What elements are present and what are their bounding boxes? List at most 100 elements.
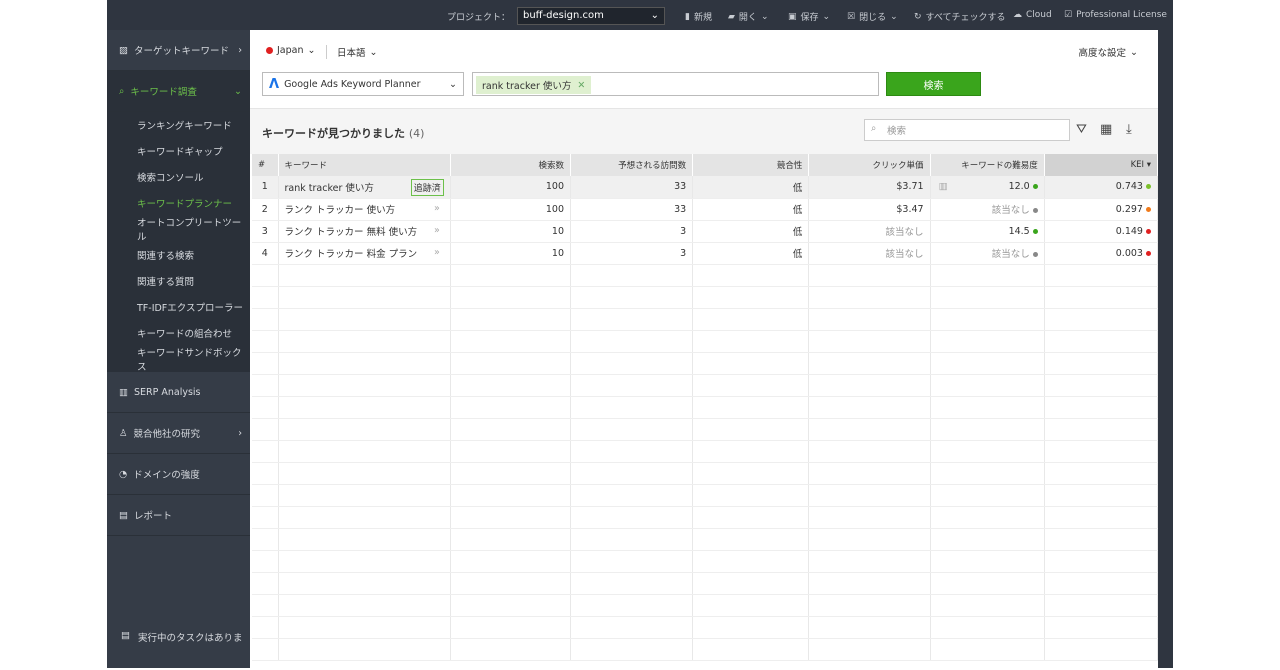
results-title: キーワードが見つかりました (4): [262, 125, 424, 141]
table-row[interactable]: 2 ランク トラッカー 使い方 » 100 33 低 $3.47 該当なし 0.2…: [252, 198, 1159, 221]
column-header[interactable]: クリック単価: [808, 154, 931, 176]
cpc-cell: 該当なし: [808, 220, 931, 243]
double-chevron-icon[interactable]: »: [434, 225, 440, 236]
source-select[interactable]: Λ Google Ads Keyword Planner ⌄: [262, 72, 464, 96]
empty-row: [252, 638, 1159, 661]
label: 競合他社の研究: [133, 429, 201, 440]
sidebar-item-competitors[interactable]: ♙ 競合他社の研究 ›: [107, 413, 250, 454]
save-icon: ▣: [788, 11, 797, 22]
volume-cell: 100: [450, 198, 572, 221]
keyword-chip: rank tracker 使い方 ✕: [476, 76, 592, 94]
empty-row: [252, 264, 1159, 287]
country-select[interactable]: Japan ⌄: [266, 45, 315, 56]
column-header[interactable]: 予想される訪問数: [570, 154, 694, 176]
difficulty-cell: ▥ 12.0: [930, 176, 1045, 199]
empty-row: [252, 462, 1159, 485]
table-search-input[interactable]: ⌕ 検索: [864, 119, 1070, 141]
empty-row: [252, 594, 1159, 617]
status-dot: [1146, 250, 1151, 256]
sidebar-sub-related-questions[interactable]: 関連する質問: [107, 268, 250, 294]
sidebar-sub-ranking[interactable]: ランキングキーワード: [107, 112, 250, 138]
new-button[interactable]: ▮ 新規: [685, 10, 712, 24]
advanced-settings[interactable]: 高度な設定 ⌄: [1079, 45, 1138, 60]
difficulty-cell: 該当なし: [930, 242, 1045, 265]
bar-chart-icon[interactable]: ▥: [939, 181, 948, 192]
difficulty-cell: 14.5: [930, 220, 1045, 243]
sidebar-item-target-keywords[interactable]: ▨ ターゲットキーワード ›: [107, 30, 250, 71]
language-select[interactable]: 日本語 ⌄: [326, 45, 377, 59]
sidebar-sub-planner[interactable]: キーワードプランナー: [107, 190, 250, 216]
found-count: (4): [408, 127, 425, 140]
empty-row: [252, 572, 1159, 595]
column-header[interactable]: 検索数: [450, 154, 572, 176]
empty-row: [252, 484, 1159, 507]
save-label: 保存: [800, 13, 819, 23]
sidebar-sub-related-searches[interactable]: 関連する検索: [107, 242, 250, 268]
empty-row: [252, 418, 1159, 441]
project-select[interactable]: buff-design.com ⌄: [517, 7, 665, 25]
sidebar-sub-console[interactable]: 検索コンソール: [107, 164, 250, 190]
sidebar-sub-combinations[interactable]: キーワードの組合わせ: [107, 320, 250, 346]
app-window: プロジェクト： buff-design.com ⌄ ▮ 新規 ▰ 開く ⌄ ▣ 保存 ⌄…: [107, 0, 1173, 668]
column-header[interactable]: 競合性: [692, 154, 810, 176]
person-icon: ♙: [119, 427, 128, 439]
right-edge: [1158, 30, 1173, 668]
cloud-label: Cloud: [1026, 10, 1052, 20]
column-header[interactable]: キーワードの難易度: [930, 154, 1045, 176]
kei-value: 0.297: [1115, 203, 1143, 215]
license-button[interactable]: ☑ Professional License: [1064, 10, 1167, 20]
kei-cell: 0.149: [1044, 220, 1159, 243]
sidebar-sub-gap[interactable]: キーワードギャップ: [107, 138, 250, 164]
sidebar-sub-sandbox[interactable]: キーワードサンドボックス: [107, 346, 250, 373]
filter-icon[interactable]: ⛛: [1076, 122, 1087, 137]
sidebar-item-keyword-research[interactable]: ⌕ キーワード調査 ⌄: [107, 71, 250, 112]
competition-cell: 低: [692, 220, 810, 243]
sidebar-item-report[interactable]: ▤ レポート: [107, 495, 250, 536]
save-button[interactable]: ▣ 保存 ⌄: [788, 10, 830, 24]
column-header[interactable]: キーワード: [278, 154, 451, 176]
sidebar-sub-autocomplete[interactable]: オートコンプリートツール: [107, 216, 250, 243]
grid-icon[interactable]: ▦: [1100, 122, 1112, 137]
sidebar-sub-tfidf[interactable]: TF-IDFエクスプローラー: [107, 294, 250, 320]
keyword-input[interactable]: rank tracker 使い方 ✕: [472, 72, 879, 96]
check-all-button[interactable]: ↻ すべてチェックする: [914, 10, 1006, 24]
kei-value: 0.149: [1115, 225, 1143, 237]
language-value: 日本語: [337, 48, 366, 59]
remove-icon[interactable]: ✕: [577, 80, 585, 91]
row-number: 3: [252, 220, 279, 243]
open-button[interactable]: ▰ 開く ⌄: [728, 10, 768, 24]
sidebar-item-serp[interactable]: ▥ SERP Analysis: [107, 372, 250, 413]
column-header[interactable]: #: [252, 154, 279, 176]
task-status[interactable]: ▤ 実行中のタスクはありま: [121, 630, 243, 644]
table-row[interactable]: 3 ランク トラッカー 無料 使い方 » 10 3 低 該当なし 14.5 0.1…: [252, 220, 1159, 243]
cpc-cell: $3.47: [808, 198, 931, 221]
volume-cell: 10: [450, 242, 572, 265]
search-icon: ⌕: [119, 85, 125, 97]
task-label: 実行中のタスクはありま: [137, 633, 243, 644]
kei-cell: 0.743: [1044, 176, 1159, 199]
folder-icon: ▰: [728, 11, 735, 22]
cloud-button[interactable]: ☁ Cloud: [1013, 10, 1052, 20]
table-row[interactable]: 4 ランク トラッカー 料金 プラン » 10 3 低 該当なし 該当なし 0.0…: [252, 242, 1159, 265]
close-button[interactable]: ☒ 閉じる ⌄: [847, 10, 898, 24]
competition-cell: 低: [692, 198, 810, 221]
gauge-icon: ◔: [119, 468, 128, 480]
double-chevron-icon[interactable]: »: [434, 247, 440, 258]
empty-row: [252, 330, 1159, 353]
found-label: キーワードが見つかりました: [262, 127, 405, 140]
visits-cell: 3: [570, 242, 694, 265]
chart-icon: ▨: [119, 44, 128, 56]
cpc-value: 該当なし: [885, 227, 924, 238]
status-dot: [1146, 228, 1151, 234]
google-ads-icon: Λ: [269, 76, 280, 92]
cpc-value: $3.71: [896, 181, 924, 193]
column-header[interactable]: KEI ▾: [1044, 154, 1159, 176]
task-icon: ▤: [121, 630, 130, 641]
search-button[interactable]: 検索: [886, 72, 981, 96]
table-row[interactable]: 1 rank tracker 使い方 追跡済 100 33 低 $3.71 ▥ 12…: [252, 176, 1159, 199]
check-all-label: すべてチェックする: [925, 13, 1006, 23]
tracked-badge[interactable]: 追跡済: [410, 179, 444, 196]
double-chevron-icon[interactable]: »: [434, 203, 440, 214]
sidebar-item-domain[interactable]: ◔ ドメインの強度: [107, 454, 250, 495]
download-icon[interactable]: ⤓: [1126, 122, 1132, 137]
